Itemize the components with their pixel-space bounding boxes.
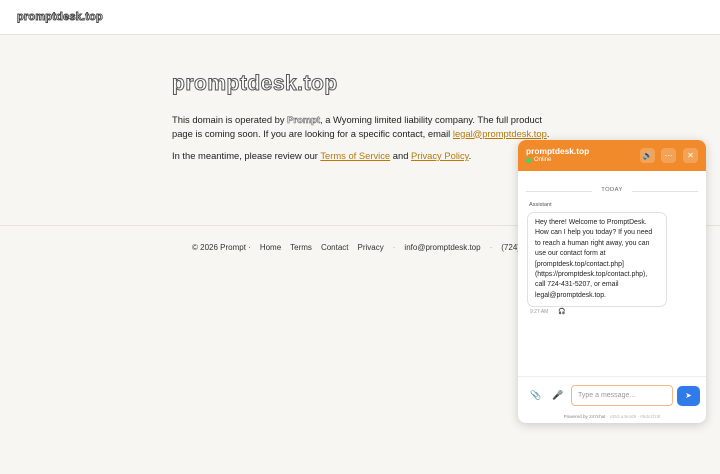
footer-separator-2: · [489, 243, 493, 252]
footer-privacy-link[interactable]: Privacy [358, 243, 384, 252]
privacy-link[interactable]: Privacy Policy [411, 150, 469, 161]
powered-by-prefix: Powered by [563, 414, 590, 419]
message-input[interactable]: Type a message... [571, 385, 673, 406]
review-prefix: In the meantime, please review our [172, 150, 321, 161]
footer-terms-link[interactable]: Terms [290, 243, 312, 252]
intro-suffix: . [546, 127, 550, 139]
powered-by-version: · v353.a3e4d9 · #6dc2f15f [605, 414, 661, 419]
chat-status: Online [526, 157, 551, 163]
powered-by: Powered by 247chat · v353.a3e4d9 · #6dc2… [518, 414, 706, 419]
composer: 📎 🎤 Type a message... ➤ [518, 376, 706, 412]
footer-contact-link[interactable]: Contact [321, 243, 349, 252]
close-icon[interactable]: ✕ [683, 148, 698, 163]
send-icon: ➤ [685, 391, 692, 400]
footer-email-link[interactable]: info@promptdesk.top [404, 243, 480, 252]
message-sender: Assistant [529, 202, 552, 208]
intro-paragraph: This domain is operated by Prompt, a Wyo… [172, 113, 552, 140]
powered-by-brand[interactable]: 247chat [589, 414, 605, 419]
sound-icon[interactable]: 🔊 [640, 148, 655, 163]
chat-header: promptdesk.top Online 🔊 ⋯ ✕ [518, 140, 706, 171]
message-meta: 9:27 AM 🎧 [530, 308, 566, 316]
footer: © 2026 Prompt · Home Terms Contact Privacy · i… [192, 243, 522, 252]
assistant-message: Hey there! Welcome to PromptDesk. How ca… [527, 212, 667, 308]
review-suffix: . [468, 150, 472, 161]
online-dot-icon [526, 157, 531, 163]
attach-icon[interactable]: 📎 [530, 390, 541, 401]
company-name: Prompt [287, 114, 320, 126]
day-separator: TODAY [526, 187, 698, 195]
top-bar: promptdesk.top [0, 0, 720, 35]
footer-copyright: © 2026 Prompt · [192, 243, 251, 252]
headset-icon: 🎧 [558, 309, 566, 315]
footer-separator: · [392, 243, 396, 252]
main-content: promptdesk.top This domain is operated b… [172, 72, 552, 172]
terms-link[interactable]: Terms of Service [320, 150, 390, 161]
send-button[interactable]: ➤ [677, 386, 700, 406]
page-title: promptdesk.top [172, 72, 338, 96]
chat-title: promptdesk.top [526, 146, 590, 156]
chat-widget: promptdesk.top Online 🔊 ⋯ ✕ TODAY Assist… [518, 140, 706, 423]
review-and: and [390, 150, 412, 161]
microphone-icon[interactable]: 🎤 [552, 390, 563, 401]
day-separator-label: TODAY [601, 187, 623, 193]
footer-home-link[interactable]: Home [260, 243, 281, 252]
intro-prefix: This domain is operated by [172, 114, 288, 125]
chat-status-text: Online [534, 157, 552, 163]
more-options-icon[interactable]: ⋯ [661, 148, 676, 163]
review-paragraph: In the meantime, please review our Terms… [172, 149, 552, 163]
site-logo-text[interactable]: promptdesk.top [17, 11, 104, 24]
message-time: 9:27 AM [530, 308, 549, 315]
legal-email-link[interactable]: legal@promptdesk.top [453, 128, 547, 139]
day-separator-line-right [632, 191, 698, 192]
